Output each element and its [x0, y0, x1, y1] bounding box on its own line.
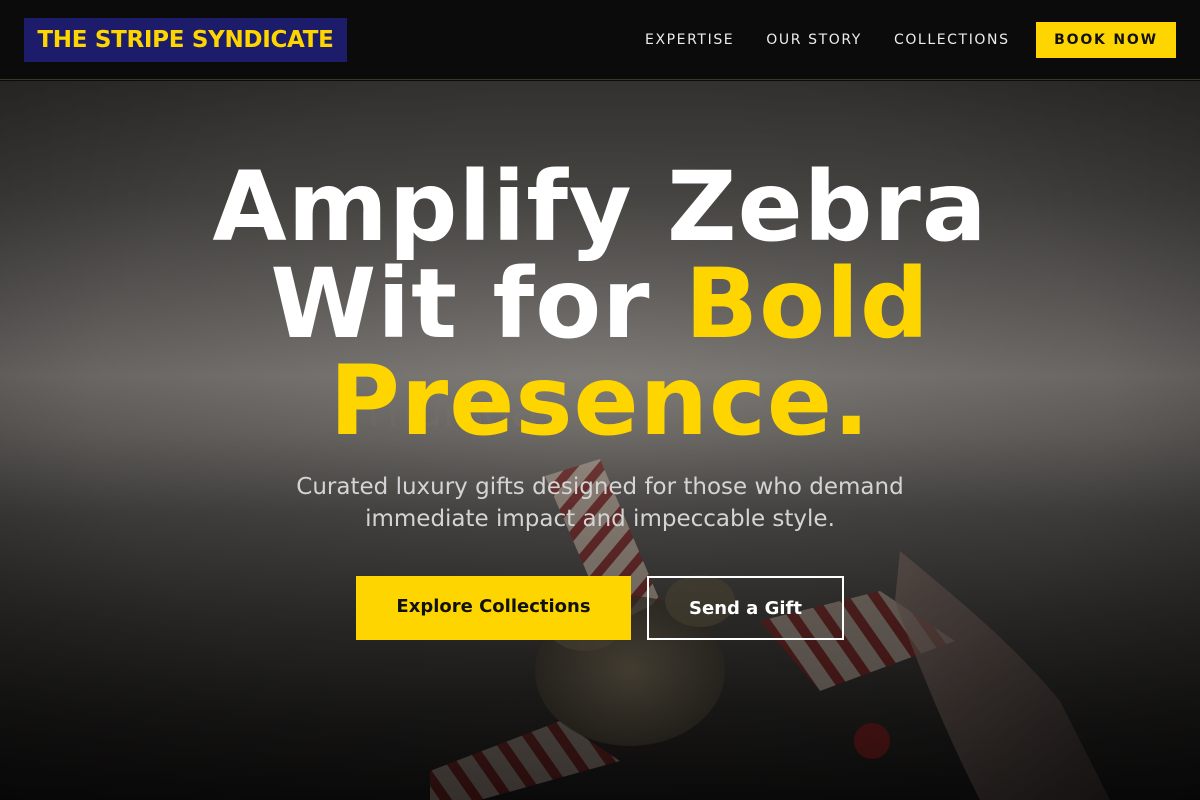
nav-link-collections[interactable]: COLLECTIONS [894, 30, 1010, 50]
explore-collections-button[interactable]: Explore Collections [356, 576, 631, 640]
nav-link-our-story[interactable]: OUR STORY [766, 30, 862, 50]
hero-headline: Amplify Zebra Wit for Bold Presence. [0, 159, 1200, 450]
hero-subheadline: Curated luxury gifts designed for those … [250, 471, 950, 535]
send-a-gift-button[interactable]: Send a Gift [647, 576, 844, 640]
headline-line-2-plain: Wit for [270, 248, 685, 360]
site-header: THE STRIPE SYNDICATE EXPERTISE OUR STORY… [0, 0, 1200, 80]
subheadline-line-2: immediate impact and impeccable style. [365, 506, 835, 532]
nav-link-expertise[interactable]: EXPERTISE [645, 30, 734, 50]
main-nav: EXPERTISE OUR STORY COLLECTIONS [645, 30, 1010, 50]
subheadline-line-1: Curated luxury gifts designed for those … [296, 474, 904, 500]
brand-logo[interactable]: THE STRIPE SYNDICATE [24, 18, 347, 62]
headline-accent-bold: Bold [684, 248, 930, 360]
hero-section: Thursday Amplify Zebra Wit for Bold Pres… [0, 81, 1200, 800]
brand-name: THE STRIPE SYNDICATE [37, 27, 334, 53]
book-now-button[interactable]: BOOK NOW [1036, 22, 1176, 58]
headline-accent-presence: Presence. [329, 345, 871, 457]
headline-line-1: Amplify Zebra [212, 151, 988, 263]
